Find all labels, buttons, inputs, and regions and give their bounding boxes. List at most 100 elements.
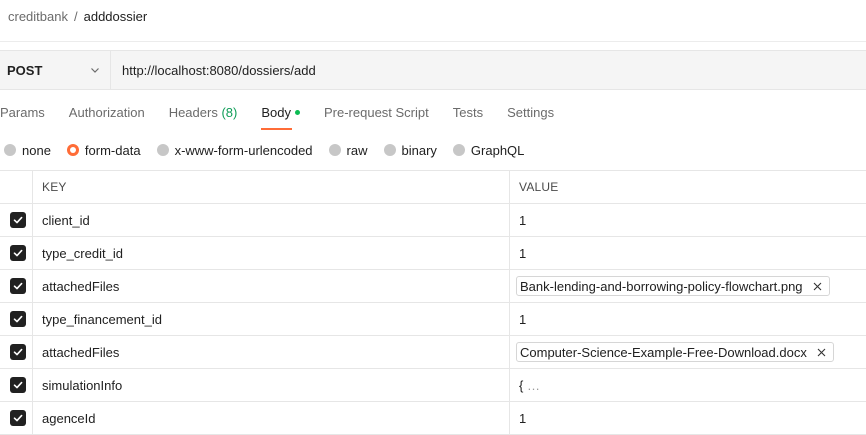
value-field[interactable]: 1	[510, 303, 866, 335]
check-icon	[13, 414, 23, 422]
tab-label: Pre-request Script	[323, 105, 429, 120]
row-check-cell	[0, 204, 33, 236]
file-name: Bank-lending-and-borrowing-policy-flowch…	[520, 278, 803, 294]
key-field[interactable]: simulationInfo	[33, 369, 510, 401]
check-icon	[13, 315, 23, 323]
check-icon	[13, 216, 23, 224]
tab-tests[interactable]: Tests	[453, 104, 483, 122]
method-label: POST	[7, 62, 43, 78]
tab-authorization[interactable]: Authorization	[69, 104, 145, 122]
row-check-cell	[0, 336, 33, 368]
tab-count: (8)	[221, 105, 238, 120]
breadcrumb: creditbank / adddossier	[8, 8, 147, 26]
request-bar: POST http://localhost:8080/dossiers/add	[0, 50, 866, 90]
value-field: Bank-lending-and-borrowing-policy-flowch…	[510, 270, 866, 302]
key-field[interactable]: client_id	[33, 204, 510, 236]
key-field[interactable]: type_credit_id	[33, 237, 510, 269]
row-enabled-checkbox[interactable]	[10, 311, 26, 327]
radio-label: binary	[401, 142, 437, 158]
method-select[interactable]: POST	[0, 51, 111, 89]
tab-label: Settings	[507, 105, 555, 120]
radio-binary[interactable]: binary	[383, 142, 437, 158]
table-row: attachedFiles Computer-Science-Example-F…	[0, 336, 866, 369]
tab-params[interactable]: Params	[0, 104, 45, 122]
table-row: type_financement_id 1	[0, 303, 866, 336]
row-enabled-checkbox[interactable]	[10, 344, 26, 360]
value-field[interactable]: 1	[510, 204, 866, 236]
check-icon	[13, 381, 23, 389]
radio-button	[452, 144, 465, 156]
body-type-selector: none form-data x-www-form-urlencoded raw…	[4, 141, 540, 159]
key-field[interactable]: attachedFiles	[33, 336, 510, 368]
value-column-header: VALUE	[519, 180, 559, 194]
radio-button	[4, 144, 16, 156]
file-chip[interactable]: Computer-Science-Example-Free-Download.d…	[516, 342, 834, 362]
radio-button	[383, 144, 396, 156]
table-header-row: KEY VALUE	[0, 171, 866, 204]
radio-button-selected	[66, 144, 79, 156]
key-field[interactable]: type_financement_id	[33, 303, 510, 335]
breadcrumb-separator: /	[73, 9, 78, 24]
radio-none[interactable]: none	[4, 143, 51, 158]
tab-pre-request-script[interactable]: Pre-request Script	[324, 104, 429, 122]
radio-label: x-www-form-urlencoded	[174, 142, 313, 158]
tab-label: Tests	[452, 105, 484, 120]
radio-label: none	[22, 142, 51, 158]
table-row: simulationInfo { …	[0, 369, 866, 402]
row-check-cell	[0, 237, 33, 269]
tab-settings[interactable]: Settings	[507, 104, 554, 122]
value-field[interactable]: 1	[510, 402, 866, 434]
row-enabled-checkbox[interactable]	[10, 212, 26, 228]
tab-headers[interactable]: Headers (8)	[169, 104, 238, 122]
breadcrumb-request-name[interactable]: adddossier	[84, 8, 148, 26]
tab-label: Body	[261, 105, 291, 120]
radio-label: form-data	[84, 142, 141, 158]
check-icon	[13, 282, 23, 290]
key-field[interactable]: attachedFiles	[33, 270, 510, 302]
row-check-cell	[0, 270, 33, 302]
request-tabs: Params Authorization Headers (8) Body Pr…	[0, 104, 578, 130]
breadcrumb-collection[interactable]: creditbank	[8, 8, 68, 26]
tab-label: Params	[0, 105, 45, 120]
url-input[interactable]: http://localhost:8080/dossiers/add	[111, 51, 866, 89]
radio-raw[interactable]: raw	[328, 142, 368, 158]
table-row: agenceId 1	[0, 402, 866, 435]
row-enabled-checkbox[interactable]	[10, 410, 26, 426]
radio-button	[328, 144, 341, 156]
row-enabled-checkbox[interactable]	[10, 278, 26, 294]
tab-label: Authorization	[68, 105, 145, 120]
key-field[interactable]: agenceId	[33, 402, 510, 434]
row-enabled-checkbox[interactable]	[10, 377, 26, 393]
value-field: Computer-Science-Example-Free-Download.d…	[510, 336, 866, 368]
radio-form-data[interactable]: form-data	[66, 142, 141, 158]
file-name: Computer-Science-Example-Free-Download.d…	[520, 344, 807, 360]
row-check-cell	[0, 303, 33, 335]
check-icon	[13, 249, 23, 257]
chevron-down-icon	[90, 65, 100, 75]
postman-request-page: creditbank / adddossier POST http://loca…	[0, 0, 866, 435]
file-chip[interactable]: Bank-lending-and-borrowing-policy-flowch…	[516, 276, 830, 296]
row-enabled-checkbox[interactable]	[10, 245, 26, 261]
close-icon[interactable]	[813, 281, 823, 291]
radio-label: GraphQL	[470, 142, 525, 158]
table-row: client_id 1	[0, 204, 866, 237]
tab-body[interactable]: Body	[261, 104, 300, 130]
json-value-field[interactable]: { …	[510, 369, 866, 401]
tab-label: Headers	[168, 105, 218, 120]
json-open-brace: {	[519, 377, 524, 393]
table-row: type_credit_id 1	[0, 237, 866, 270]
row-check-cell	[0, 369, 33, 401]
radio-graphql[interactable]: GraphQL	[452, 142, 525, 158]
form-data-table: KEY VALUE client_id 1 type_credit_id 1 a…	[0, 170, 866, 435]
check-icon	[13, 348, 23, 356]
header-check-cell	[0, 171, 33, 203]
radio-label: raw	[346, 142, 368, 158]
value-field[interactable]: 1	[510, 237, 866, 269]
active-indicator-dot	[294, 110, 300, 115]
radio-button	[156, 144, 169, 156]
close-icon[interactable]	[817, 347, 827, 357]
divider	[0, 41, 866, 42]
table-row: attachedFiles Bank-lending-and-borrowing…	[0, 270, 866, 303]
radio-urlencoded[interactable]: x-www-form-urlencoded	[156, 142, 313, 158]
row-check-cell	[0, 402, 33, 434]
